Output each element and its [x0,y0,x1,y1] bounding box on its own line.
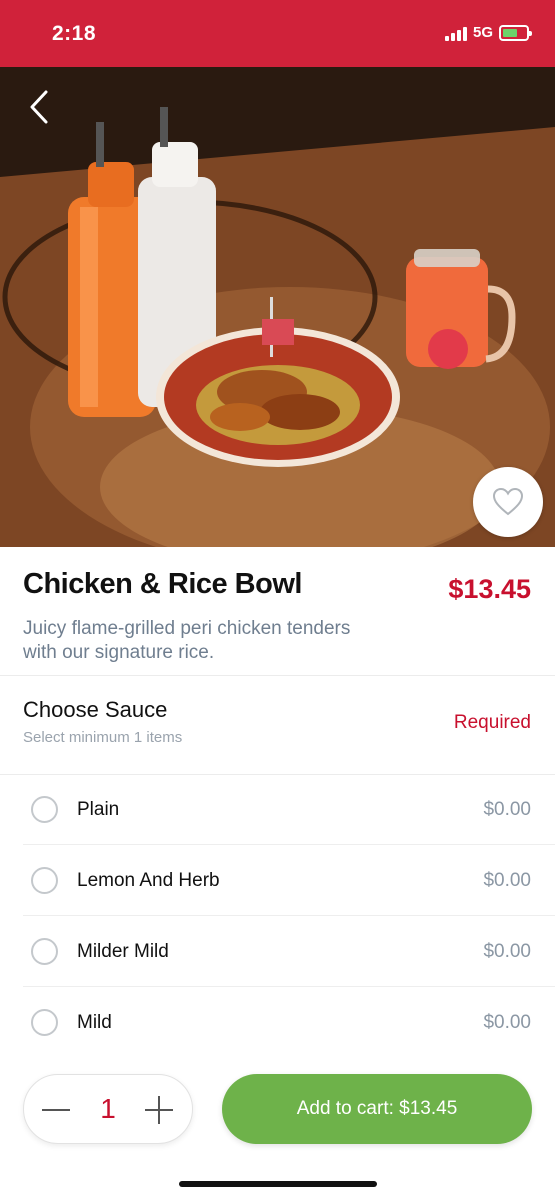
option-label: Lemon And Herb [77,870,220,891]
item-title: Chicken & Rice Bowl [23,568,302,600]
sauce-option-mild[interactable]: Mild $0.00 [0,988,555,1058]
sauce-option-milder-mild[interactable]: Milder Mild $0.00 [0,917,555,987]
divider [0,675,555,676]
increment-button[interactable] [144,1095,174,1125]
status-bar: 2:18 5G [0,0,555,67]
option-price: $0.00 [483,1012,531,1033]
quantity-stepper: 1 [23,1074,193,1144]
radio-button[interactable] [31,796,58,823]
option-price: $0.00 [483,799,531,820]
option-label: Plain [77,799,120,820]
heart-icon [492,487,524,516]
signal-icon [444,25,467,41]
sauce-option-lemon-and-herb[interactable]: Lemon And Herb $0.00 [0,846,555,916]
radio-button[interactable] [31,938,58,965]
option-price: $0.00 [483,870,531,891]
item-price: $13.45 [448,574,531,604]
favorite-button[interactable] [473,467,543,537]
sauce-section-subtitle: Select minimum 1 items [23,729,183,746]
status-time: 2:18 [52,22,97,45]
sauce-option-plain[interactable]: Plain $0.00 [0,775,555,845]
item-description: Juicy flame-grilled peri chicken tenders… [23,618,351,663]
option-label: Milder Mild [77,941,169,962]
radio-button[interactable] [31,1009,58,1036]
back-button[interactable] [26,88,56,126]
food-photo [0,67,555,547]
option-price: $0.00 [483,941,531,962]
network-label: 5G [472,24,493,41]
status-icons: 5G [444,24,532,41]
chevron-left-icon [30,90,48,124]
radio-button[interactable] [31,867,58,894]
battery-icon [499,24,532,41]
option-label: Mild [77,1012,112,1033]
home-indicator [179,1181,377,1187]
required-badge: Required [453,712,531,733]
sauce-section-title: Choose Sauce [23,697,168,722]
add-to-cart-button[interactable]: Add to cart: $13.45 [222,1074,532,1144]
